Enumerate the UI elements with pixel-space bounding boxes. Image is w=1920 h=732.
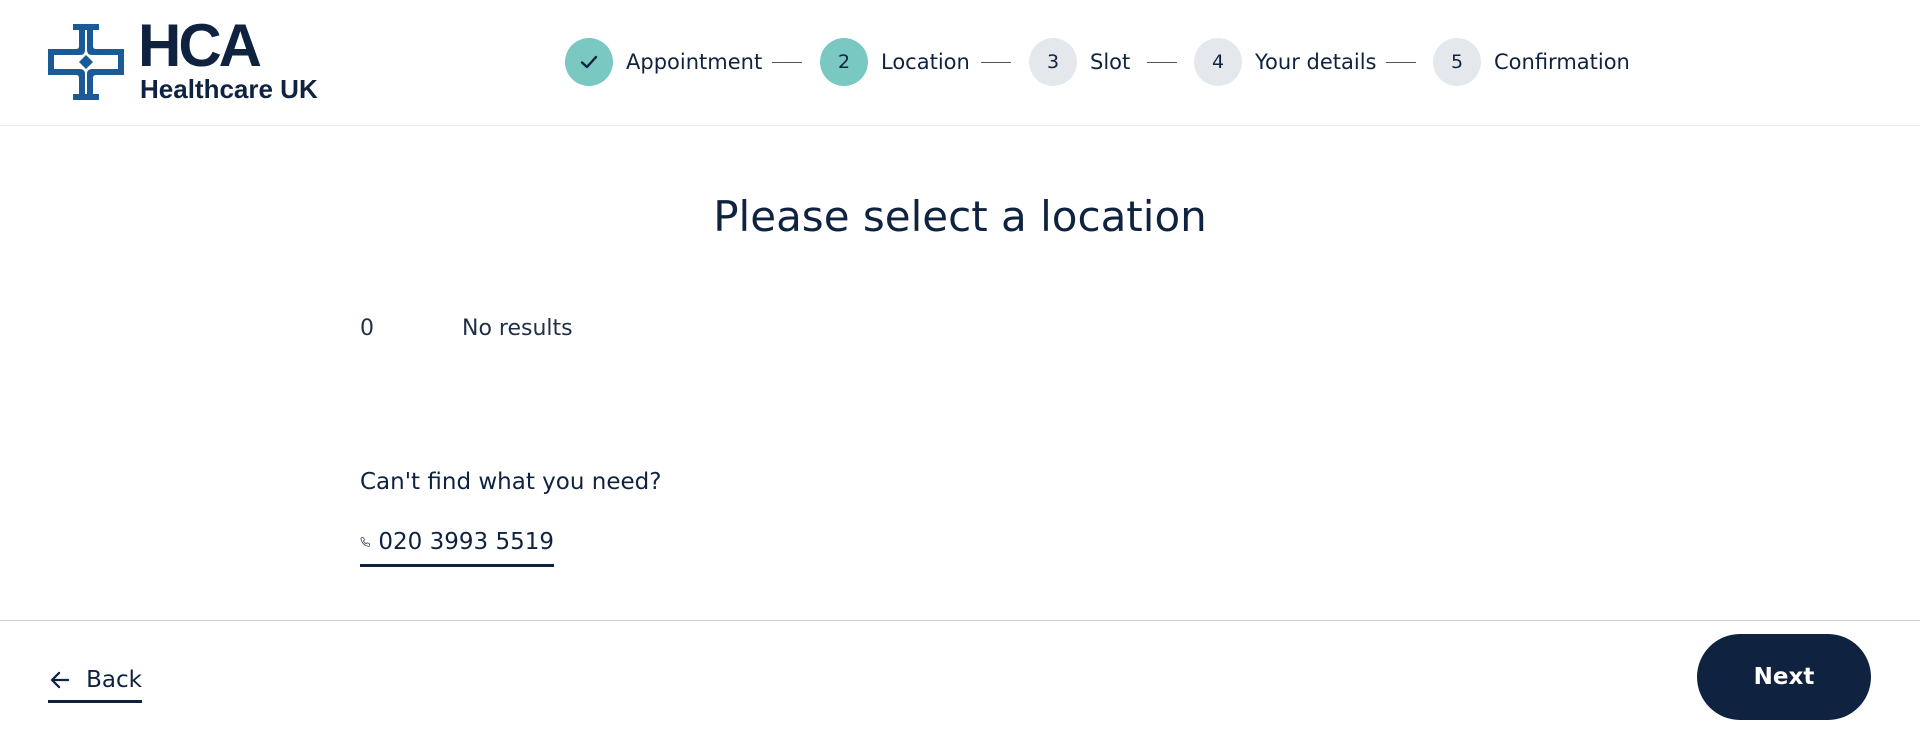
step-label-confirmation: Confirmation bbox=[1494, 50, 1630, 74]
step-connector bbox=[772, 62, 802, 63]
step-2-circle: 2 bbox=[820, 38, 868, 86]
step-label-slot: Slot bbox=[1090, 50, 1131, 74]
arrow-left-icon bbox=[50, 671, 70, 688]
phone-link[interactable]: 020 3993 5519 bbox=[360, 520, 554, 567]
site-header: HCA Healthcare UK Appointment 2 Location… bbox=[0, 0, 1920, 126]
step-label-your-details: Your details bbox=[1255, 50, 1377, 74]
results-message: No results bbox=[462, 316, 573, 341]
help-heading: Can't find what you need? bbox=[360, 469, 662, 495]
step-4-circle: 4 bbox=[1194, 38, 1242, 86]
step-label-location: Location bbox=[881, 50, 970, 74]
phone-icon bbox=[360, 537, 370, 547]
results-count: 0 bbox=[360, 316, 374, 341]
next-button[interactable]: Next bbox=[1697, 634, 1871, 720]
page-title: Please select a location bbox=[713, 192, 1207, 241]
step-location[interactable]: 2 Location bbox=[820, 38, 970, 86]
step-connector bbox=[1147, 62, 1177, 63]
step-1-circle bbox=[565, 38, 613, 86]
step-slot[interactable]: 3 Slot bbox=[1029, 38, 1130, 86]
step-appointment[interactable]: Appointment bbox=[565, 38, 762, 86]
step-connector bbox=[1386, 62, 1416, 63]
step-connector bbox=[981, 62, 1011, 63]
check-icon bbox=[580, 55, 598, 69]
progress-stepper: Appointment 2 Location 3 Slot 4 Your det… bbox=[0, 38, 1920, 86]
back-button[interactable]: Back bbox=[48, 659, 142, 703]
step-5-circle: 5 bbox=[1433, 38, 1481, 86]
back-label: Back bbox=[86, 666, 142, 693]
step-label-appointment: Appointment bbox=[626, 50, 763, 74]
footer-nav: Back Next bbox=[0, 620, 1920, 732]
step-your-details[interactable]: 4 Your details bbox=[1194, 38, 1376, 86]
phone-number: 020 3993 5519 bbox=[378, 529, 554, 555]
step-confirmation[interactable]: 5 Confirmation bbox=[1433, 38, 1630, 86]
step-3-circle: 3 bbox=[1029, 38, 1077, 86]
